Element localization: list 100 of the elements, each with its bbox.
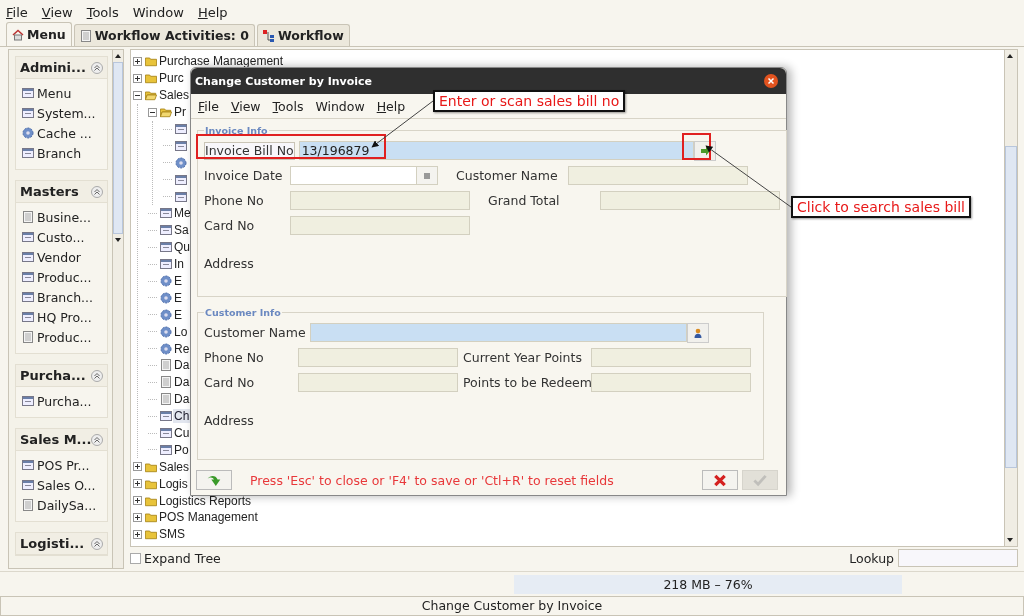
tree-item[interactable]: Re bbox=[173, 341, 191, 356]
menu-item[interactable]: Tools bbox=[86, 4, 119, 20]
menu-link[interactable]: Produc... bbox=[37, 269, 92, 285]
field-label: Points to be Redeem bbox=[463, 375, 591, 390]
menu-item[interactable]: View bbox=[41, 4, 73, 20]
expand-toggle[interactable] bbox=[133, 496, 142, 506]
expand-toggle[interactable] bbox=[133, 56, 142, 66]
scrollbar[interactable] bbox=[112, 50, 123, 568]
tree-item[interactable]: Da bbox=[173, 375, 191, 390]
calendar-button[interactable] bbox=[416, 167, 437, 184]
tree-item[interactable]: Ch bbox=[173, 409, 191, 424]
menu-link[interactable]: Cache ... bbox=[37, 125, 92, 141]
tree-item[interactable]: Qu bbox=[173, 240, 191, 255]
menu-link[interactable]: HQ Pro... bbox=[37, 309, 92, 325]
tree-item[interactable]: Sa bbox=[173, 223, 190, 238]
menu-item[interactable]: View bbox=[230, 98, 261, 114]
menu-item[interactable]: File bbox=[198, 98, 219, 114]
tree-item[interactable]: E bbox=[173, 307, 183, 322]
tab[interactable]: Menu bbox=[6, 22, 72, 46]
menu-link[interactable]: Purcha... bbox=[37, 393, 92, 409]
menu-link[interactable]: Busine... bbox=[37, 209, 92, 225]
tab-label[interactable]: Workflow bbox=[277, 28, 344, 43]
menu-item[interactable]: File bbox=[6, 4, 28, 20]
lookup-field[interactable] bbox=[898, 549, 1018, 567]
tree-item[interactable]: POS Management bbox=[158, 510, 259, 525]
customer-search-button[interactable] bbox=[687, 322, 709, 343]
collapse-toggle[interactable] bbox=[148, 107, 157, 117]
tree-item[interactable]: Da bbox=[173, 392, 191, 407]
tree-item[interactable]: Logistics Reports bbox=[158, 493, 253, 508]
date-field[interactable] bbox=[290, 166, 438, 185]
menu-link[interactable]: Sales O... bbox=[37, 477, 96, 493]
tree-item[interactable]: Da bbox=[173, 358, 191, 373]
window-icon bbox=[175, 190, 187, 203]
gear-icon bbox=[160, 275, 172, 287]
tree-item[interactable]: SMS bbox=[158, 527, 186, 542]
folder-icon bbox=[145, 55, 157, 68]
menu-link[interactable]: Custo... bbox=[37, 229, 85, 245]
document-icon bbox=[160, 393, 172, 406]
menu-link[interactable]: DailySa... bbox=[37, 497, 97, 513]
customer-name-field[interactable] bbox=[309, 323, 687, 342]
field-label: Card No bbox=[204, 375, 256, 390]
close-icon[interactable] bbox=[764, 74, 778, 88]
tree-item[interactable]: Sales bbox=[158, 459, 191, 474]
menu-link[interactable]: POS Pr... bbox=[37, 457, 90, 473]
tree-item[interactable]: Purchase Management bbox=[158, 54, 285, 69]
expand-toggle[interactable] bbox=[133, 462, 142, 472]
window-icon bbox=[22, 107, 34, 119]
tree-item[interactable]: Po bbox=[173, 442, 190, 457]
menu-item[interactable]: Help bbox=[197, 4, 228, 20]
tree-item[interactable]: E bbox=[173, 290, 183, 305]
menu-link[interactable]: Produc... bbox=[37, 329, 92, 345]
menu-item[interactable]: Window bbox=[132, 4, 184, 20]
field-label: Invoice Date bbox=[204, 168, 284, 183]
expand-toggle[interactable] bbox=[133, 529, 142, 539]
tab[interactable]: Workflow Activities: 0 bbox=[73, 24, 255, 46]
menu-link[interactable]: Menu bbox=[37, 85, 72, 101]
tree-item[interactable]: Purc bbox=[158, 71, 185, 86]
menu-link[interactable]: System... bbox=[37, 105, 96, 121]
bill-number-field[interactable]: 13/196879 bbox=[298, 141, 694, 160]
expand-toggle[interactable] bbox=[133, 479, 142, 489]
menu-link[interactable]: Branch... bbox=[37, 289, 93, 305]
menu-item[interactable]: Help bbox=[376, 98, 406, 114]
collapse-icon[interactable] bbox=[91, 537, 103, 550]
collapse-icon[interactable] bbox=[91, 369, 103, 382]
expand-toggle[interactable] bbox=[133, 73, 142, 83]
window-icon bbox=[22, 271, 34, 283]
tree-item[interactable]: In bbox=[173, 257, 185, 272]
tree-item[interactable]: Cu bbox=[173, 426, 191, 441]
tree-item[interactable]: Logis bbox=[158, 476, 189, 491]
collapse-icon[interactable] bbox=[91, 61, 103, 74]
tree-item[interactable]: Pr bbox=[173, 105, 187, 120]
checkbox-label[interactable]: Expand Tree bbox=[144, 550, 221, 566]
window-icon bbox=[160, 410, 172, 423]
expand-toggle[interactable] bbox=[133, 513, 142, 522]
window-icon bbox=[160, 258, 172, 271]
tree-item[interactable]: Lo bbox=[173, 324, 189, 339]
window-icon bbox=[22, 291, 34, 303]
window-icon bbox=[22, 459, 34, 471]
menu-link[interactable]: Vendor bbox=[37, 249, 81, 265]
collapse-icon[interactable] bbox=[91, 185, 103, 198]
tab[interactable]: Workflow bbox=[256, 24, 350, 46]
cancel-button[interactable] bbox=[702, 470, 738, 490]
collapse-toggle[interactable] bbox=[133, 90, 142, 100]
collapse-icon[interactable] bbox=[91, 433, 104, 446]
document-icon bbox=[160, 359, 172, 372]
tree-item[interactable]: E bbox=[173, 274, 183, 288]
lookup-label: Lookup bbox=[849, 550, 894, 566]
tree-item[interactable]: Me bbox=[173, 206, 192, 221]
menu-link[interactable]: Branch bbox=[37, 145, 82, 161]
tab-label[interactable]: Workflow Activities: 0 bbox=[94, 28, 249, 43]
menu-item[interactable]: Tools bbox=[272, 98, 304, 114]
field-label: Card No bbox=[204, 218, 256, 233]
checkbox[interactable] bbox=[130, 552, 141, 564]
hint-text: Press 'Esc' to close or 'F4' to save or 'Ctl+R' to reset fields bbox=[250, 472, 615, 488]
tree-item[interactable]: Sales bbox=[158, 88, 191, 103]
menu-item[interactable]: Window bbox=[315, 98, 365, 114]
tab-label[interactable]: Menu bbox=[27, 27, 66, 42]
callout-label: Click to search sales bill bbox=[791, 196, 971, 218]
scrollbar[interactable] bbox=[1004, 50, 1017, 546]
reset-button[interactable] bbox=[196, 470, 232, 490]
